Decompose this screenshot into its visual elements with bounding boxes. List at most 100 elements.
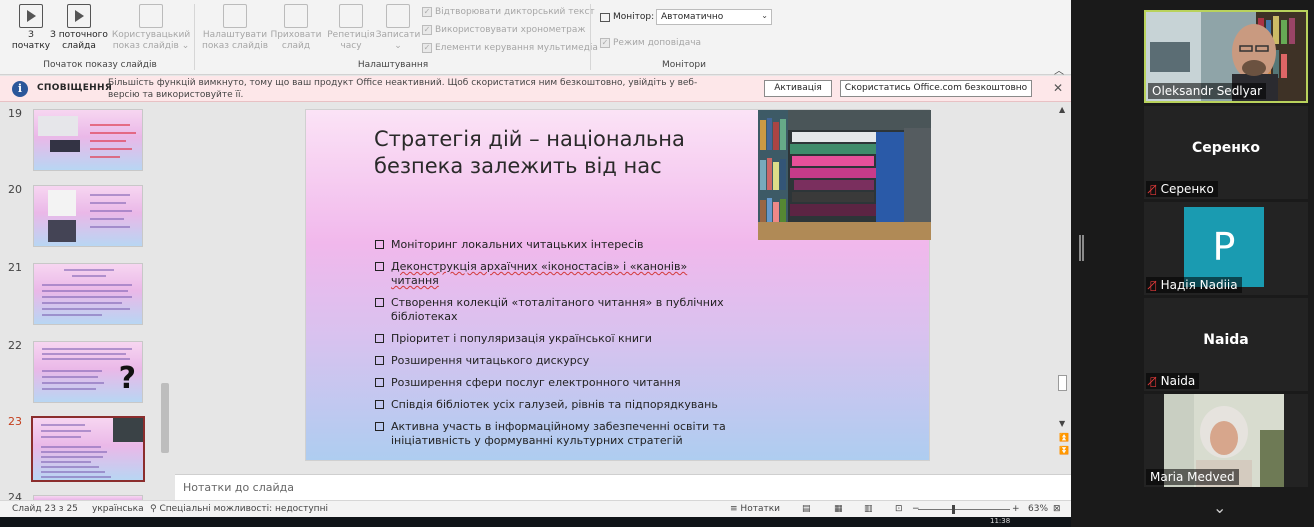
- chevron-down-icon: ⌄: [761, 11, 768, 20]
- question-mark-icon: ?: [118, 361, 136, 396]
- accessibility-icon: ⚲: [150, 504, 157, 514]
- monitor-select[interactable]: Автоматично ⌄: [656, 9, 772, 25]
- slide-thumbnail-21[interactable]: [33, 263, 143, 325]
- fit-to-window-icon[interactable]: ⊠: [1053, 504, 1061, 514]
- scroll-up-icon[interactable]: ▲: [1059, 105, 1065, 114]
- collapse-ribbon-icon[interactable]: ︿: [1054, 62, 1064, 77]
- thumbnail-image: [113, 418, 143, 442]
- rehearse-timings-button[interactable]: Репетиція часу: [326, 4, 376, 58]
- participant-name: Maria Medved: [1146, 469, 1239, 485]
- participant-label: 🎙̸ Надія Nadiia: [1146, 277, 1242, 293]
- divider: [194, 4, 195, 70]
- slide-title[interactable]: Стратегія дій – національна безпека зале…: [374, 126, 694, 180]
- activate-button[interactable]: Активація: [764, 80, 832, 97]
- checkbox-mark: ✓: [422, 7, 432, 17]
- clock: 11:38: [990, 517, 1011, 525]
- next-slide-icon[interactable]: ⏬: [1059, 446, 1069, 455]
- play-icon: [19, 4, 43, 28]
- checkbox-mark: ✓: [600, 38, 610, 48]
- bullet-item: Деконструкція архаїчних «іконостасів» і …: [374, 260, 734, 288]
- scrollbar-thumb[interactable]: [1058, 375, 1067, 391]
- participant-tile[interactable]: P 🎙̸ Надія Nadiia: [1144, 202, 1308, 295]
- media-controls-checkbox[interactable]: ✓ Елементи керування мультимедіа: [422, 43, 598, 53]
- setup-show-button[interactable]: Налаштувати показ слайдів: [200, 4, 270, 58]
- zoom-in-icon[interactable]: +: [1012, 504, 1020, 514]
- slide-thumbnail-panel: 19 20 21 22 ? 23 24: [0, 103, 174, 500]
- language-indicator[interactable]: українська: [92, 504, 144, 514]
- monitor-label: Монітор:: [600, 12, 654, 22]
- play-narrations-checkbox[interactable]: ✓ Відтворювати дикторський текст: [422, 7, 595, 17]
- record-button[interactable]: Записати ⌄: [376, 4, 420, 58]
- hide-slide-button[interactable]: Приховати слайд: [270, 4, 322, 58]
- bullet-item: Моніторинг локальних читацьких інтересів: [374, 238, 734, 252]
- bullet-item: Пріоритет і популяризація української кн…: [374, 332, 734, 346]
- reading-view-icon[interactable]: ▥: [864, 504, 873, 514]
- participant-label: 🎙̸ Naida: [1146, 373, 1200, 389]
- stopwatch-icon: [339, 4, 363, 28]
- slide-thumbnail-20[interactable]: [33, 185, 143, 247]
- thumbnail-scrollbar[interactable]: [158, 103, 172, 500]
- slide-bullet-list[interactable]: Моніторинг локальних читацьких інтересів…: [374, 238, 734, 456]
- slide-thumbnail-23[interactable]: [31, 416, 145, 482]
- checkbox-mark: ✓: [422, 43, 432, 53]
- slideshow-view-icon[interactable]: ⊡: [895, 504, 903, 514]
- group-label-monitors: Монітори: [662, 60, 706, 70]
- bookshelf-photo-graphic: [758, 110, 931, 240]
- thumbnail-image: [48, 190, 76, 216]
- previous-slide-icon[interactable]: ⏫: [1059, 433, 1069, 442]
- participant-tile[interactable]: Maria Medved: [1144, 394, 1308, 487]
- presenter-view-checkbox[interactable]: ✓ Режим доповідача: [600, 38, 701, 48]
- slide-thumbnail-19[interactable]: [33, 109, 143, 171]
- os-taskbar: 11:38: [0, 517, 1071, 527]
- zoom-slider-thumb[interactable]: [952, 505, 955, 514]
- participant-display-name: Серенко: [1191, 140, 1261, 156]
- slide-editing-area: Стратегія дій – національна безпека зале…: [175, 103, 1071, 473]
- use-timings-checkbox[interactable]: ✓ Використовувати хронометраж: [422, 25, 585, 35]
- participant-tile[interactable]: Naida 🎙̸ Naida: [1144, 298, 1308, 391]
- thumbnail-number: 21: [8, 261, 22, 274]
- use-office-com-button[interactable]: Скористатись Office.com безкоштовно: [840, 80, 1032, 97]
- thumbnail-number: 22: [8, 339, 22, 352]
- slide-thumbnail-22[interactable]: ?: [33, 341, 143, 403]
- scroll-down-icon[interactable]: ▼: [1059, 419, 1065, 428]
- zoom-percent[interactable]: 63%: [1028, 504, 1048, 514]
- notification-title: СПОВІЩЕННЯ: [37, 83, 113, 93]
- notes-icon: ≡: [730, 504, 738, 514]
- custom-show-icon: [139, 4, 163, 28]
- current-slide[interactable]: Стратегія дій – національна безпека зале…: [305, 109, 931, 461]
- custom-show-button[interactable]: Користувацький показ слайдів ⌄: [112, 4, 190, 58]
- zoom-slider[interactable]: [918, 509, 1010, 510]
- from-current-slide-button[interactable]: З поточного слайда: [50, 4, 108, 58]
- bookshelf-photo[interactable]: [758, 110, 931, 240]
- group-label-setup: Налаштування: [357, 60, 429, 70]
- from-beginning-button[interactable]: З початку: [12, 4, 50, 58]
- group-label-start: Початок показу слайдів: [43, 60, 157, 70]
- slide-sorter-icon[interactable]: ▦: [834, 504, 843, 514]
- notes-toggle-button[interactable]: ≡ Нотатки: [730, 504, 780, 514]
- close-icon[interactable]: ✕: [1053, 81, 1063, 95]
- chevron-down-icon[interactable]: ⌄: [1213, 498, 1226, 517]
- slide-scrollbar[interactable]: ▲ ▼ ⏫ ⏬: [1055, 103, 1069, 463]
- monitor-icon: [600, 12, 610, 22]
- participant-tile[interactable]: Oleksandr Sedlyar: [1144, 10, 1308, 103]
- thumbnail-number: 20: [8, 183, 22, 196]
- bullet-item: Створення колекцій «тоталітаного читання…: [374, 296, 734, 324]
- thumbnail-image: [48, 220, 76, 242]
- setup-show-icon: [223, 4, 247, 28]
- participant-tile[interactable]: Серенко 🎙̸ Серенко: [1144, 106, 1308, 199]
- mic-muted-icon: 🎙̸: [1150, 374, 1157, 388]
- normal-view-icon[interactable]: ▤: [802, 504, 811, 514]
- scrollbar-thumb[interactable]: [161, 383, 169, 453]
- thumbnail-image: [38, 116, 78, 136]
- thumbnail-image: [50, 140, 80, 152]
- panel-resize-handle[interactable]: [1079, 235, 1084, 261]
- info-icon: i: [12, 81, 28, 97]
- bullet-item: Розширення читацького дискурсу: [374, 354, 734, 368]
- play-current-icon: [67, 4, 91, 28]
- notes-pane[interactable]: Нотатки до слайда: [175, 474, 1071, 500]
- video-call-gallery: Oleksandr Sedlyar Серенко 🎙̸ Серенко P 🎙…: [1071, 0, 1314, 527]
- hide-slide-icon: [284, 4, 308, 28]
- slide-counter: Слайд 23 з 25: [12, 504, 78, 514]
- powerpoint-window: З початку З поточного слайда Користуваць…: [0, 0, 1071, 527]
- accessibility-status[interactable]: ⚲ Спеціальні можливості: недоступні: [150, 504, 328, 514]
